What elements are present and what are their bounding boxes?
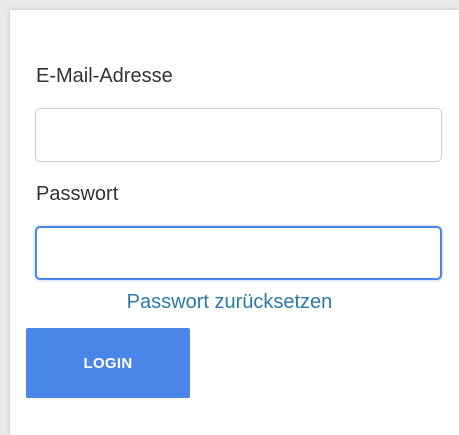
email-field[interactable]	[35, 108, 442, 162]
password-field[interactable]	[35, 226, 442, 280]
password-label: Passwort	[36, 183, 119, 205]
login-button[interactable]: LOGIN	[26, 328, 190, 398]
email-label: E-Mail-Adresse	[36, 65, 173, 87]
reset-password-link[interactable]: Passwort zurücksetzen	[0, 290, 459, 314]
